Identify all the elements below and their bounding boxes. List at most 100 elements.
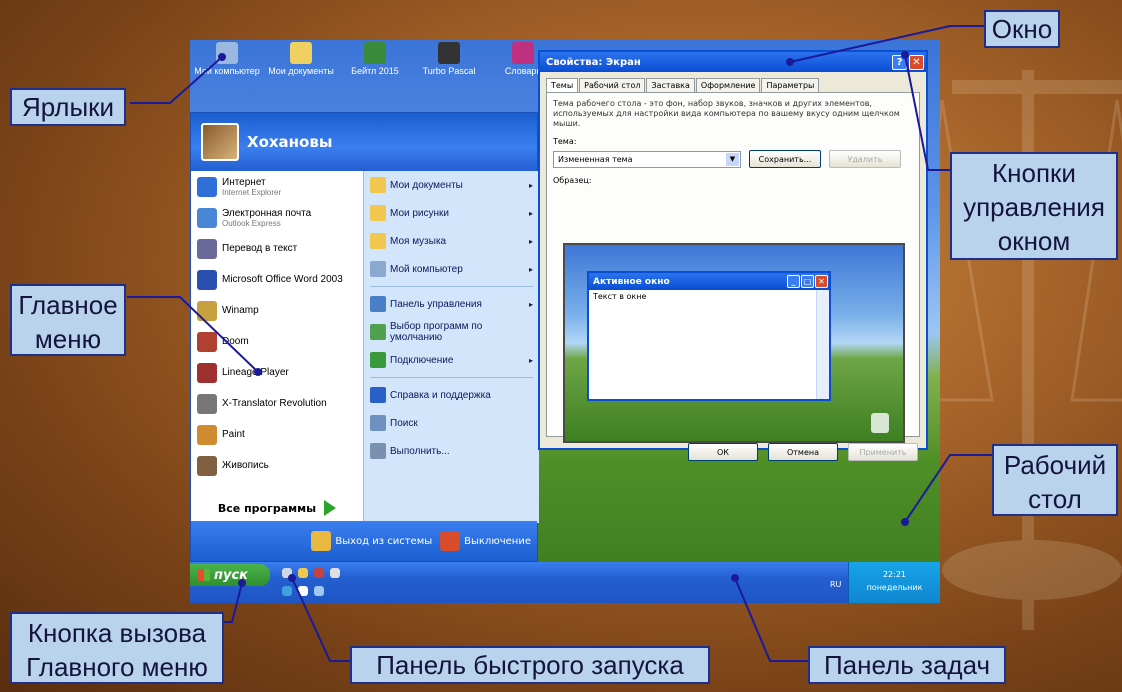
start-menu-program-item[interactable]: Paint: [191, 419, 363, 450]
theme-select[interactable]: Измененная тема ▼: [553, 150, 741, 168]
sample-titlebar: Активное окно _ □ ✕: [589, 273, 829, 290]
all-programs-label: Все программы: [217, 501, 317, 515]
start-menu-place-item[interactable]: Подключение ▸: [364, 346, 539, 374]
program-label: Живопись: [222, 460, 269, 471]
brush-icon: [197, 455, 217, 476]
shutdown-button[interactable]: Выключение: [440, 531, 531, 551]
program-text: Интернет Internet Explorer: [222, 177, 281, 197]
network-icon: [370, 352, 386, 368]
start-menu-place-item[interactable]: Панель управления ▸: [364, 290, 539, 318]
submenu-arrow-icon: ▸: [528, 355, 533, 365]
place-label: Выполнить...: [390, 445, 450, 457]
callout-main-menu: Главное меню: [10, 284, 126, 356]
callout-window-buttons-line: управления: [963, 192, 1105, 222]
desktop-icon-turbo-pascal[interactable]: Turbo Pascal: [414, 42, 484, 76]
start-menu-program-item[interactable]: Живопись: [191, 450, 363, 481]
computer-icon: [216, 42, 238, 64]
logoff-label: Выход из системы: [335, 535, 433, 547]
start-menu-program-item[interactable]: Перевод в текст: [191, 233, 363, 264]
turbo-pascal-icon: [438, 42, 460, 64]
start-menu-place-item[interactable]: Выбор программ по умолчанию: [364, 318, 539, 346]
start-menu-place-item[interactable]: Мой компьютер ▸: [364, 255, 539, 283]
power-icon: [440, 531, 461, 551]
start-label: пуск: [214, 567, 248, 583]
save-button[interactable]: Сохранить...: [749, 150, 821, 168]
start-menu-program-item[interactable]: Microsoft Office Word 2003: [191, 264, 363, 295]
submenu-arrow-icon: ▸: [528, 180, 533, 190]
display-properties-window: Свойства: Экран ? ✕ Темы Рабочий стол Заст…: [538, 50, 928, 461]
start-menu-program-item[interactable]: Winamp: [191, 295, 363, 326]
help-button[interactable]: ?: [892, 54, 907, 70]
apply-button[interactable]: Применить: [848, 443, 918, 461]
place-label: Панель управления: [390, 298, 482, 310]
control-panel-icon: [370, 296, 386, 312]
clock-day: понедельник: [866, 583, 923, 592]
quick-launch-icon-3[interactable]: [314, 568, 324, 578]
program-label: Интернет: [222, 176, 266, 188]
system-tray: 22:21 понедельник: [848, 562, 940, 603]
quick-launch-icon-6[interactable]: [298, 586, 308, 596]
tab-1[interactable]: Рабочий стол: [579, 78, 646, 92]
sample-window-text: Текст в окне: [593, 292, 647, 301]
maximize-icon: □: [801, 275, 814, 288]
program-icon: [364, 42, 386, 64]
start-menu-place-item[interactable]: Мои рисунки ▸: [364, 199, 539, 227]
ok-button[interactable]: ОК: [688, 443, 758, 461]
desktop-icon-label: Turbo Pascal: [422, 66, 476, 76]
cancel-button[interactable]: Отмена: [768, 443, 838, 461]
start-menu: Хохановы Интернет Internet Explorer Электр…: [190, 112, 539, 562]
tab-3[interactable]: Оформление: [695, 78, 761, 92]
minimize-icon: _: [787, 275, 800, 288]
book-icon: [512, 42, 534, 64]
start-button[interactable]: пуск: [190, 564, 270, 586]
start-menu-footer: Выход из системы Выключение: [191, 521, 537, 561]
program-text: X-Translator Revolution: [222, 398, 327, 409]
callout-desktop-line: Рабочий: [1003, 450, 1107, 480]
close-button[interactable]: ✕: [909, 54, 924, 70]
start-menu-program-item[interactable]: Doom: [191, 326, 363, 357]
start-menu-program-item[interactable]: X-Translator Revolution: [191, 388, 363, 419]
start-menu-place-item[interactable]: Поиск: [364, 409, 539, 437]
start-menu-place-item[interactable]: Справка и поддержка: [364, 381, 539, 409]
language-indicator[interactable]: RU: [830, 580, 841, 589]
program-sublabel: Outlook Express: [222, 218, 281, 228]
all-programs-button[interactable]: Все программы: [191, 493, 363, 523]
folder-icon: [370, 233, 386, 249]
callout-window: Окно: [984, 10, 1060, 48]
start-menu-program-item[interactable]: Lineage Player: [191, 357, 363, 388]
clock-time[interactable]: 22:21: [849, 570, 940, 579]
paint-icon: [197, 424, 217, 445]
folder-icon: [370, 205, 386, 221]
delete-button[interactable]: Удалить: [829, 150, 901, 168]
start-menu-places: Мои документы ▸ Мои рисунки ▸ Моя музыка ▸ Мой…: [363, 171, 539, 523]
quick-launch-icon-2[interactable]: [298, 568, 308, 578]
tab-bar: Темы Рабочий стол Заставка Оформление Параме…: [540, 72, 926, 92]
quick-launch-icon-4[interactable]: [330, 568, 340, 578]
tab-4[interactable]: Параметры: [761, 78, 820, 92]
quick-launch-icon-5[interactable]: [282, 586, 292, 596]
start-menu-place-item[interactable]: Мои документы ▸: [364, 171, 539, 199]
place-label: Подключение: [390, 354, 454, 366]
place-label: Поиск: [390, 417, 418, 429]
program-text: Winamp: [222, 305, 259, 316]
tab-2[interactable]: Заставка: [646, 78, 695, 92]
logoff-button[interactable]: Выход из системы: [311, 531, 432, 551]
desktop-icon-my-documents[interactable]: Мои документы: [266, 42, 336, 76]
desktop-icon-program[interactable]: Бейтл 2015: [340, 42, 410, 76]
place-label: Выбор программ по умолчанию: [390, 321, 483, 343]
start-menu-place-item[interactable]: Выполнить...: [364, 437, 539, 465]
window-titlebar[interactable]: Свойства: Экран ? ✕: [540, 52, 926, 72]
word-icon: [197, 269, 217, 290]
computer-icon: [370, 261, 386, 277]
chevron-down-icon: ▼: [726, 152, 739, 166]
window-title: Свойства: Экран: [546, 56, 641, 68]
quick-launch-icon-7[interactable]: [314, 586, 324, 596]
desktop-icon-my-computer[interactable]: Мой компьютер: [192, 42, 262, 76]
start-menu-program-item[interactable]: Интернет Internet Explorer: [191, 171, 363, 202]
start-menu-place-item[interactable]: Моя музыка ▸: [364, 227, 539, 255]
start-menu-program-item[interactable]: Электронная почта Outlook Express: [191, 202, 363, 233]
program-label: X-Translator Revolution: [222, 398, 327, 409]
tab-0[interactable]: Темы: [546, 78, 579, 92]
quick-launch-icon-1[interactable]: [282, 568, 292, 578]
tab-content-themes: Тема рабочего стола - это фон, набор зву…: [546, 92, 920, 443]
